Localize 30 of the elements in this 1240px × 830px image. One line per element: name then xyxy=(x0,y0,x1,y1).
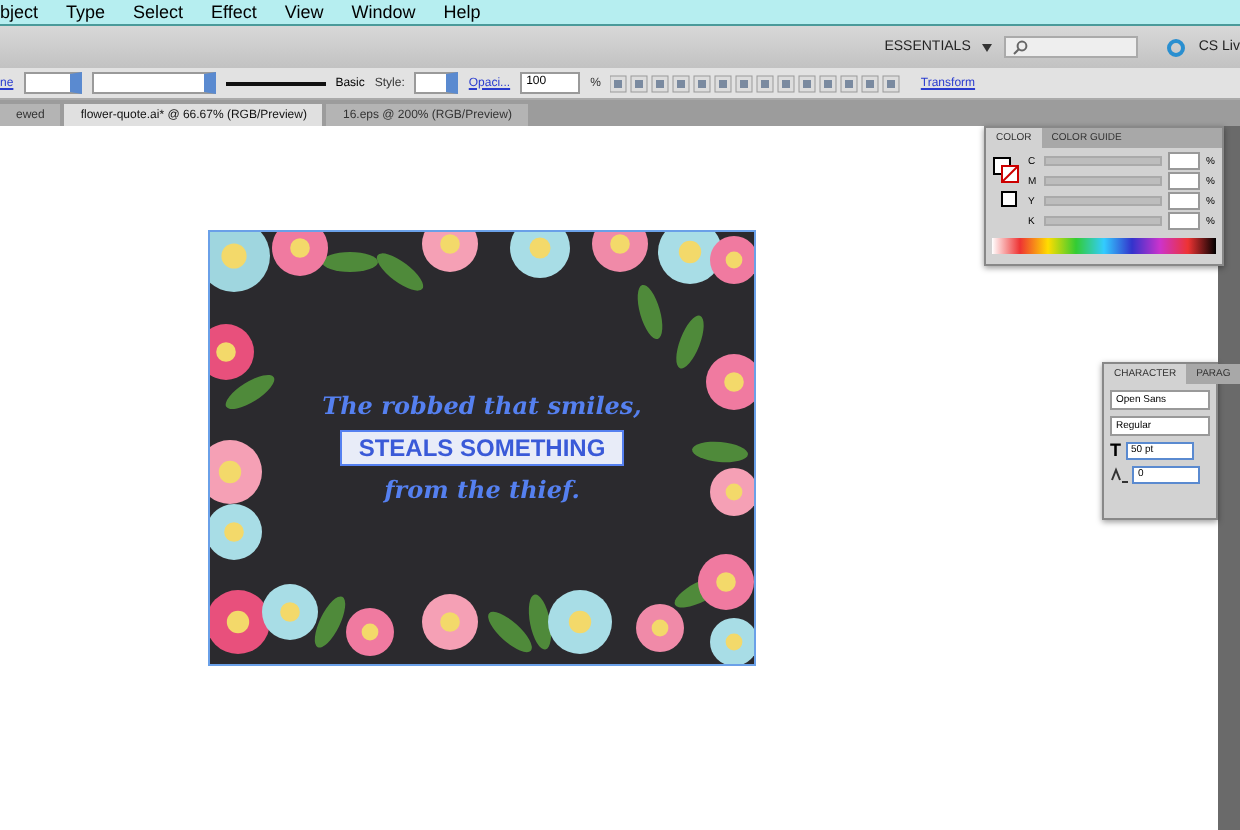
caret-icon[interactable] xyxy=(982,43,993,51)
channel-slider[interactable] xyxy=(1044,176,1162,186)
channel-field[interactable] xyxy=(1168,192,1200,210)
menu-item[interactable]: Type xyxy=(66,1,106,23)
channel-field[interactable] xyxy=(1168,212,1200,230)
channel-field[interactable] xyxy=(1168,172,1200,190)
menu-item[interactable]: Effect xyxy=(211,1,257,23)
search-icon xyxy=(1012,39,1029,55)
menu-item[interactable]: View xyxy=(284,1,324,23)
tracking-icon xyxy=(1110,466,1128,484)
menu-item[interactable]: Window xyxy=(351,1,416,23)
menu-item[interactable]: Select xyxy=(133,1,184,23)
search-field[interactable] xyxy=(1004,36,1139,58)
color-spectrum[interactable] xyxy=(992,238,1216,254)
quote-banner: STEALS SOMETHING xyxy=(340,430,624,466)
channel-slider[interactable] xyxy=(1044,216,1162,226)
menu-item[interactable]: bject xyxy=(0,1,39,23)
channel-slider[interactable] xyxy=(1044,156,1162,166)
channel-slider[interactable] xyxy=(1044,196,1162,206)
fill-stroke-icon[interactable] xyxy=(992,156,1020,208)
quote-line: The robbed that smiles, xyxy=(322,392,642,420)
stroke-weight-dropdown[interactable] xyxy=(23,72,82,94)
variable-width-dropdown[interactable] xyxy=(91,72,216,94)
style-dropdown[interactable] xyxy=(414,72,459,94)
channel-field[interactable] xyxy=(1168,152,1200,170)
artboard[interactable]: The robbed that smiles, STEALS SOMETHING from the thief. xyxy=(210,232,754,664)
font-size-icon: T xyxy=(1110,442,1121,460)
ring-icon[interactable] xyxy=(1166,37,1187,57)
quote-line: from the thief. xyxy=(384,476,580,504)
menu-item[interactable]: Help xyxy=(443,1,481,23)
